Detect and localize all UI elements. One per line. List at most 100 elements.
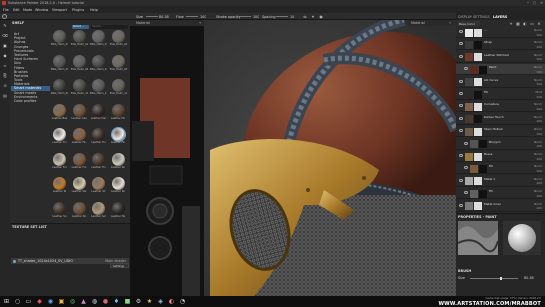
shelf-item[interactable]: Leather Sh xyxy=(90,177,107,193)
shelf-item[interactable]: Leather Dar xyxy=(90,103,107,120)
layer-opacity[interactable]: 100 xyxy=(536,95,542,99)
layer-row[interactable]: Fill Norm 100 xyxy=(456,188,545,200)
shelf-item[interactable]: BSG_Helm_09 xyxy=(51,79,68,95)
app-icon-4[interactable]: ◎ xyxy=(68,297,77,306)
shelf-item[interactable]: BSG_Helm_02 xyxy=(71,30,88,46)
add-mask-icon[interactable]: ◐ xyxy=(522,21,528,26)
shelf-item[interactable]: Leather Ta xyxy=(51,177,68,193)
mask-thumbnail[interactable] xyxy=(474,102,482,111)
layer-row[interactable]: Strap Norm 100 xyxy=(456,39,545,51)
layer-name[interactable]: Fill xyxy=(484,90,488,94)
shelf-item[interactable]: Leather Tw xyxy=(110,201,127,218)
layer-blend-mode[interactable]: Norm xyxy=(534,127,542,131)
layer-blend-mode[interactable]: Norm xyxy=(534,164,542,168)
minimize-icon[interactable]: ─ xyxy=(527,1,529,5)
layer-blend-mode[interactable]: Norm xyxy=(534,28,542,32)
mask-thumbnail[interactable] xyxy=(474,28,482,37)
menu-mode[interactable]: Mode xyxy=(23,8,32,12)
layer-opacity[interactable]: 100 xyxy=(536,33,542,37)
menu-plugins[interactable]: Plugins xyxy=(72,8,84,12)
shelf-item[interactable]: Leather Fro xyxy=(51,152,68,169)
layer-opacity[interactable]: 100 xyxy=(536,70,542,74)
layer-row[interactable]: Darker Touch Norm 100 xyxy=(456,114,545,125)
folder-icon[interactable]: ▭ xyxy=(529,21,535,26)
app-icon-11[interactable]: ★ xyxy=(145,297,154,306)
mask-thumbnail[interactable] xyxy=(479,140,487,149)
shelf-item[interactable]: Leather Fro xyxy=(71,152,88,169)
layer-blend-mode[interactable]: Norm xyxy=(534,102,542,106)
menu-help[interactable]: Help xyxy=(90,8,98,12)
shelf-item[interactable]: Leather Sol xyxy=(90,201,107,218)
visibility-icon[interactable] xyxy=(13,259,16,263)
polyfill-tool-icon[interactable]: ◆ xyxy=(2,53,8,58)
mask-thumbnail[interactable] xyxy=(479,164,487,173)
app-icon-2[interactable]: ◉ xyxy=(46,297,55,306)
viewport-3d-mode[interactable]: Material xyxy=(411,21,425,25)
shelf-item[interactable]: BSG_Helm_10 xyxy=(71,79,88,95)
mask-thumbnail[interactable] xyxy=(474,115,482,124)
app-icon-14[interactable]: ◔ xyxy=(178,297,187,306)
brush-size-slider[interactable] xyxy=(470,277,518,280)
shelf-item[interactable]: Leather Fin xyxy=(71,128,88,144)
smudge-tool-icon[interactable]: ≈ xyxy=(2,63,8,68)
app-icon-8[interactable]: ♦ xyxy=(112,297,121,306)
layer-blend-mode[interactable]: Norm xyxy=(534,53,542,57)
shelf-item[interactable]: BSG_Helm_01 xyxy=(51,30,68,46)
mask-thumbnail[interactable] xyxy=(479,65,487,74)
layer-row[interactable]: ... Norm 100 xyxy=(456,27,545,38)
shelf-item[interactable]: Leather Fin xyxy=(110,127,127,144)
mask-thumbnail[interactable] xyxy=(474,202,482,211)
layer-opacity[interactable]: 100 xyxy=(536,45,542,49)
visibility-eye-icon[interactable] xyxy=(459,79,463,83)
layer-row[interactable]: Blur/pin Norm 100 xyxy=(456,139,545,150)
filter-chip[interactable]: Smart ... xyxy=(72,24,89,29)
layer-row[interactable]: Fill Norm 100 xyxy=(456,163,545,175)
shelf-item[interactable]: BSG_Helm_07 xyxy=(90,54,107,71)
shelf-category[interactable]: Color profiles xyxy=(11,99,50,103)
projection-tool-icon[interactable]: ▣ xyxy=(2,43,8,48)
layer-opacity[interactable]: 100 xyxy=(536,169,542,173)
layer-opacity[interactable]: 100 xyxy=(536,107,542,111)
shelf-item[interactable]: BSG_Helm_04 xyxy=(110,30,127,46)
layer-row[interactable]: Fill Mult 100 xyxy=(456,89,545,100)
camera-icon[interactable]: ◉ xyxy=(318,14,324,19)
settings-button[interactable]: Settings xyxy=(110,263,129,268)
layer-blend-mode[interactable]: Norm xyxy=(534,152,542,156)
layer-blend-mode[interactable]: Norm xyxy=(534,177,542,181)
layer-blend-mode[interactable]: Mult xyxy=(536,90,543,94)
shelf-item[interactable]: BSG_Helm_11 xyxy=(90,79,107,95)
tab-display-settings[interactable]: DISPLAY SETTINGS xyxy=(458,15,490,19)
layer-opacity[interactable]: 100 xyxy=(536,194,542,198)
viewport-2d[interactable]: Material ▾ xyxy=(130,20,204,296)
layer-opacity[interactable]: 100 xyxy=(536,132,542,136)
picker-tool-icon[interactable]: ⊙ xyxy=(2,83,8,88)
shelf-item[interactable]: Leather Cas xyxy=(71,103,88,120)
layer-name[interactable]: Brass xyxy=(484,152,492,156)
app-icon-6[interactable]: ◍ xyxy=(90,297,99,306)
layer-row[interactable]: Leather Stitched Norm 100 xyxy=(456,52,545,63)
flow-value[interactable]: 100 xyxy=(200,15,206,19)
visibility-eye-icon[interactable] xyxy=(459,129,463,133)
layer-opacity[interactable]: 100 xyxy=(536,206,542,210)
menu-viewport[interactable]: Viewport xyxy=(52,8,67,12)
shelf-item[interactable]: Leather Ro xyxy=(110,152,127,169)
tab-layers[interactable]: LAYERS xyxy=(493,15,507,19)
layer-name[interactable]: Strap xyxy=(484,40,492,44)
layer-row[interactable]: Brass Norm 100 xyxy=(456,151,545,162)
paint-tool-icon[interactable]: ✎ xyxy=(2,23,8,28)
close-icon[interactable]: ✕ xyxy=(540,1,543,5)
viewport-3d[interactable]: Material ▾ xyxy=(204,20,456,296)
visibility-eye-icon[interactable] xyxy=(464,67,468,71)
visibility-eye-icon[interactable] xyxy=(459,154,463,157)
size-value[interactable]: 80.38 xyxy=(159,15,169,19)
layer-row[interactable]: AO Curve Norm 100 xyxy=(456,77,545,88)
layer-row[interactable]: Metal inner Norm 100 xyxy=(456,201,545,212)
layer-blend-mode[interactable]: Norm xyxy=(534,65,542,69)
shelf-item[interactable]: BSG_Helm_06 xyxy=(71,54,88,71)
channel-dropdown[interactable]: Base Color xyxy=(458,21,480,26)
layer-opacity[interactable]: 100 xyxy=(536,119,542,123)
layer-opacity[interactable]: 100 xyxy=(536,57,542,61)
app-icon-10[interactable]: ⚙ xyxy=(134,297,143,306)
mask-thumbnail[interactable] xyxy=(474,90,482,99)
shelf-item[interactable]: Leather Ro xyxy=(110,177,127,193)
